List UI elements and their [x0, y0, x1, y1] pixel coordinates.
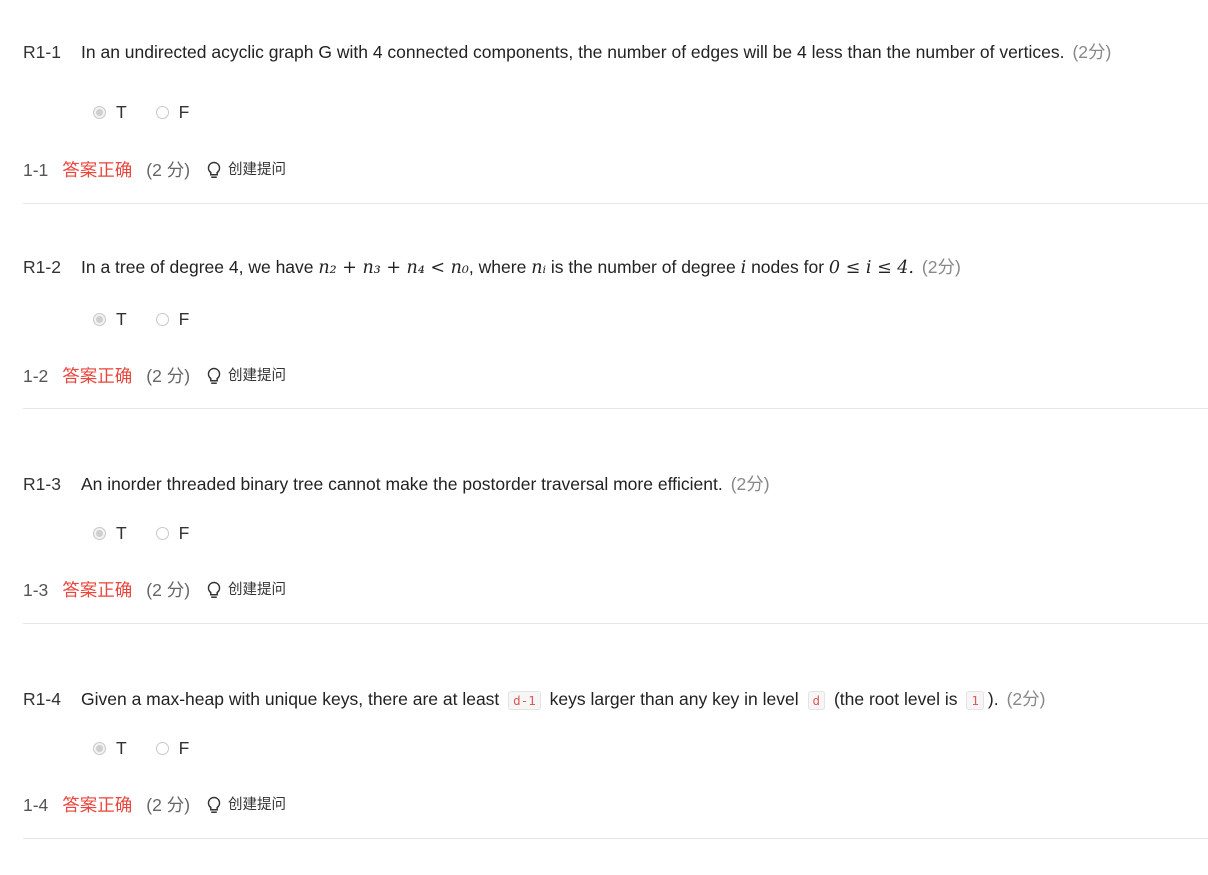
option-label: T	[116, 523, 127, 543]
question-score: (2分)	[921, 257, 961, 277]
create-question-label: 创建提问	[228, 162, 287, 178]
divider	[23, 408, 1208, 409]
option-label: T	[116, 309, 127, 329]
result-score: (2 分)	[146, 366, 191, 386]
option-label: F	[178, 309, 190, 329]
question-text: In an undirected acyclic graph G with 4 …	[81, 42, 1065, 62]
lightbulb-icon	[207, 796, 221, 813]
option-label: F	[178, 523, 190, 543]
question-block: R1-1 In an undirected acyclic graph G wit…	[0, 12, 1208, 228]
question-score: (2分)	[730, 474, 770, 494]
question-block: R1-3 An inorder threaded binary tree cann…	[0, 444, 1208, 660]
option-label: F	[178, 102, 190, 122]
option-label: T	[116, 102, 127, 122]
result-status: 答案正确	[62, 366, 133, 386]
divider	[23, 838, 1208, 839]
create-question-label: 创建提问	[228, 582, 287, 598]
answer-options: T F	[93, 307, 213, 332]
option-false[interactable]: F	[155, 307, 190, 331]
answer-options: T F	[93, 100, 213, 125]
question-block: R1-2 In a tree of degree 4, we have n₂ + …	[0, 227, 1208, 443]
create-question-label: 创建提问	[228, 797, 287, 813]
option-false[interactable]: F	[155, 521, 190, 545]
result-score: (2 分)	[146, 160, 191, 180]
radio-checked-icon[interactable]	[93, 312, 106, 326]
create-question-label: 创建提问	[228, 368, 287, 384]
radio-unchecked-icon[interactable]	[155, 312, 169, 326]
question-text: In a tree of degree 4, we have n₂ + n₃ +…	[81, 257, 914, 278]
option-true[interactable]: T	[93, 307, 127, 331]
lightbulb-icon	[207, 161, 221, 178]
question-header: R1-3 An inorder threaded binary tree cann…	[23, 472, 770, 496]
question-text: An inorder threaded binary tree cannot m…	[81, 474, 723, 494]
question-score: (2分)	[1006, 689, 1046, 709]
math-formula: 0 ≤ i ≤ 4.	[828, 258, 914, 278]
radio-unchecked-icon[interactable]	[155, 105, 169, 119]
question-number: R1-4	[23, 689, 61, 709]
answer-options: T F	[93, 736, 213, 761]
radio-checked-icon[interactable]	[93, 741, 106, 755]
result-row: 1-1 答案正确 (2 分) 创建提问	[23, 158, 286, 182]
result-number: 1-2	[23, 366, 49, 386]
result-row: 1-4 答案正确 (2 分) 创建提问	[23, 793, 286, 817]
result-row: 1-3 答案正确 (2 分) 创建提问	[23, 578, 286, 602]
question-header: R1-1 In an undirected acyclic graph G wit…	[23, 40, 1111, 64]
inline-code: d	[807, 691, 826, 710]
create-question-button[interactable]: 创建提问	[206, 364, 286, 388]
math-formula: n₂ + n₃ + n₄ < n₀	[318, 258, 469, 278]
question-number: R1-1	[23, 42, 61, 62]
option-true[interactable]: T	[93, 100, 127, 124]
radio-checked-icon[interactable]	[93, 526, 106, 540]
result-number: 1-1	[23, 160, 49, 180]
answer-options: T F	[93, 521, 213, 546]
option-label: T	[116, 738, 127, 758]
create-question-button[interactable]: 创建提问	[206, 793, 286, 817]
divider	[23, 203, 1208, 204]
question-number: R1-3	[23, 474, 61, 494]
option-false[interactable]: F	[155, 100, 190, 124]
result-number: 1-3	[23, 580, 49, 600]
radio-unchecked-icon[interactable]	[155, 741, 169, 755]
inline-code: 1	[966, 691, 984, 710]
math-formula: i	[740, 258, 747, 278]
question-header: R1-2 In a tree of degree 4, we have n₂ + …	[23, 255, 961, 280]
option-true[interactable]: T	[93, 736, 127, 760]
result-status: 答案正确	[62, 580, 133, 600]
lightbulb-icon	[207, 367, 221, 384]
divider	[23, 623, 1208, 624]
option-false[interactable]: F	[155, 736, 190, 760]
option-label: F	[178, 738, 190, 758]
result-row: 1-2 答案正确 (2 分) 创建提问	[23, 364, 286, 388]
result-number: 1-4	[23, 795, 49, 815]
create-question-button[interactable]: 创建提问	[206, 158, 286, 182]
inline-code: d-1	[508, 691, 541, 710]
question-number: R1-2	[23, 257, 61, 277]
lightbulb-icon	[207, 581, 221, 598]
radio-unchecked-icon[interactable]	[155, 526, 169, 540]
question-score: (2分)	[1072, 42, 1112, 62]
result-status: 答案正确	[62, 160, 133, 180]
create-question-button[interactable]: 创建提问	[206, 578, 286, 602]
option-true[interactable]: T	[93, 521, 127, 545]
question-header: R1-4 Given a max-heap with unique keys, t…	[23, 687, 1045, 713]
math-formula: nᵢ	[531, 258, 546, 278]
radio-checked-icon[interactable]	[93, 105, 106, 119]
result-score: (2 分)	[146, 580, 191, 600]
result-status: 答案正确	[62, 795, 133, 815]
result-score: (2 分)	[146, 795, 191, 815]
question-text: Given a max-heap with unique keys, there…	[81, 689, 999, 710]
question-block: R1-4 Given a max-heap with unique keys, t…	[0, 659, 1208, 875]
